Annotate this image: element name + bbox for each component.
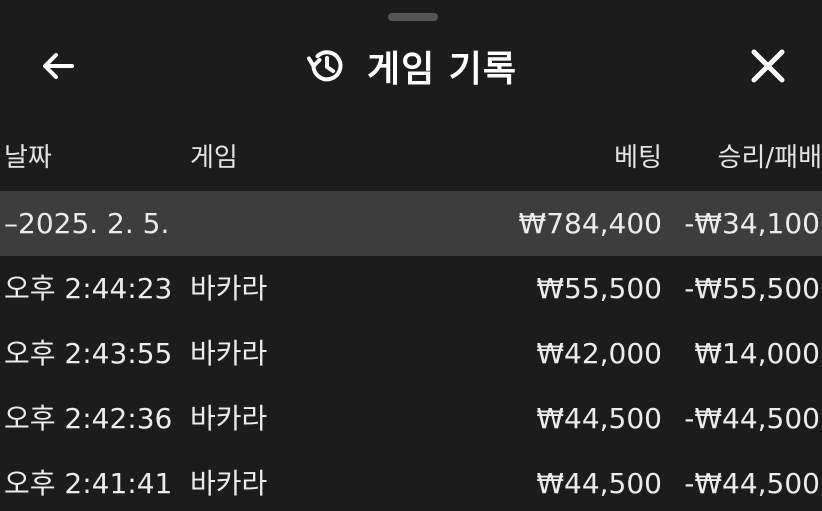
row-bet: ₩44,500 bbox=[536, 402, 662, 435]
page-title-group: 게임 기록 bbox=[0, 38, 822, 94]
drag-handle[interactable] bbox=[388, 13, 438, 21]
row-result: ₩14,000 bbox=[694, 337, 820, 370]
column-header-game[interactable]: 게임 bbox=[190, 126, 238, 191]
table-row[interactable]: 오후 2:43:55 바카라 ₩42,000 ₩14,000 bbox=[0, 321, 822, 386]
date-group-row[interactable]: –2025. 2. 5. ₩784,400 -₩34,100 bbox=[0, 191, 822, 256]
row-game: 바카라 bbox=[190, 402, 268, 435]
row-game: 바카라 bbox=[190, 272, 268, 305]
row-bet: ₩42,000 bbox=[536, 337, 662, 370]
history-icon bbox=[305, 45, 347, 87]
row-game: 바카라 bbox=[190, 467, 268, 500]
date-group-bet-total: ₩784,400 bbox=[518, 207, 662, 240]
row-time: 오후 2:43:55 bbox=[4, 337, 173, 370]
row-result: -₩44,500 bbox=[684, 467, 820, 500]
row-bet: ₩55,500 bbox=[536, 272, 662, 305]
table-row[interactable]: 오후 2:42:36 바카라 ₩44,500 -₩44,500 bbox=[0, 386, 822, 451]
close-button[interactable] bbox=[745, 43, 791, 89]
row-game: 바카라 bbox=[190, 337, 268, 370]
row-time: 오후 2:42:36 bbox=[4, 402, 173, 435]
row-time: 오후 2:44:23 bbox=[4, 272, 173, 305]
table-row[interactable]: 오후 2:44:23 바카라 ₩55,500 -₩55,500 bbox=[0, 256, 822, 321]
column-header-date[interactable]: 날짜 bbox=[4, 126, 52, 191]
date-group-result-total: -₩34,100 bbox=[684, 207, 820, 240]
close-icon bbox=[751, 49, 785, 83]
column-header-bet[interactable]: 베팅 bbox=[614, 126, 662, 191]
history-table: 날짜 게임 베팅 승리/패배 –2025. 2. 5. ₩784,400 -₩3… bbox=[0, 126, 822, 511]
table-header: 날짜 게임 베팅 승리/패배 bbox=[0, 126, 822, 191]
row-result: -₩44,500 bbox=[684, 402, 820, 435]
game-history-sheet: 게임 기록 날짜 게임 베팅 승리/패배 –2025. 2. 5. ₩784,4… bbox=[0, 0, 822, 511]
table-row[interactable]: 오후 2:41:41 바카라 ₩44,500 -₩44,500 bbox=[0, 451, 822, 511]
row-bet: ₩44,500 bbox=[536, 467, 662, 500]
row-result: -₩55,500 bbox=[684, 272, 820, 305]
date-group-label: –2025. 2. 5. bbox=[4, 207, 170, 240]
row-time: 오후 2:41:41 bbox=[4, 467, 173, 500]
column-header-result[interactable]: 승리/패배 bbox=[718, 126, 822, 191]
page-title: 게임 기록 bbox=[366, 49, 517, 90]
